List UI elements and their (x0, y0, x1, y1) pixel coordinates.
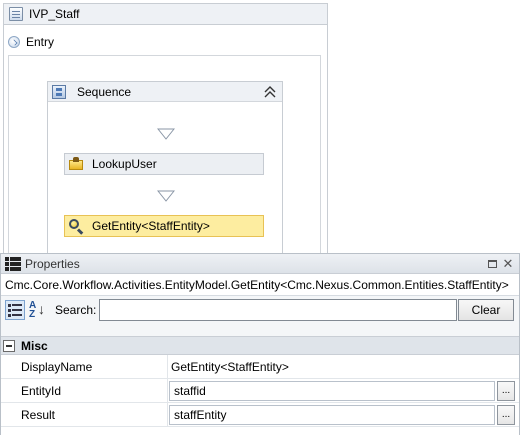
search-input[interactable] (99, 299, 457, 321)
property-grid-icon (5, 256, 21, 271)
sequence-icon (52, 84, 66, 99)
category-label: Misc (21, 338, 48, 353)
sequence-header[interactable]: Sequence (48, 82, 282, 102)
property-grid: Misc DisplayName GetEntity<StaffEntity> … (1, 336, 519, 435)
properties-title-bar[interactable]: Properties ✕ (1, 254, 519, 274)
property-value-cell[interactable]: GetEntity<StaffEntity> (168, 355, 519, 378)
restore-window-icon[interactable] (485, 257, 499, 271)
categorized-icon (8, 303, 22, 317)
properties-toolbar: A Z ↓ Search: Clear (1, 296, 519, 324)
magnifier-icon (68, 218, 84, 235)
entityid-ellipsis-button[interactable]: ... (497, 381, 515, 401)
selected-type-name: Cmc.Core.Workflow.Activities.EntityModel… (1, 274, 519, 296)
property-row-displayname[interactable]: DisplayName GetEntity<StaffEntity> (1, 355, 519, 379)
double-chevron-up-icon[interactable] (264, 85, 276, 99)
category-row-misc[interactable]: Misc (1, 336, 519, 355)
result-input[interactable] (169, 405, 495, 425)
drop-target-arrow[interactable] (157, 190, 175, 202)
categorized-view-button[interactable] (5, 300, 25, 320)
close-icon[interactable]: ✕ (501, 257, 515, 271)
workflow-designer: IVP_Staff Entry Sequence LookupUser GetE… (0, 0, 520, 263)
property-row-result[interactable]: Result ... (1, 403, 519, 427)
result-ellipsis-button[interactable]: ... (497, 405, 515, 425)
sort-az-icon: A Z ↓ (29, 300, 45, 320)
property-row-entityid[interactable]: EntityId ... (1, 379, 519, 403)
properties-title: Properties (25, 256, 80, 271)
property-value: GetEntity<StaffEntity> (171, 359, 289, 374)
workflow-title: IVP_Staff (29, 7, 80, 21)
collapse-minus-icon[interactable] (3, 339, 15, 352)
sequence-title: Sequence (77, 84, 132, 99)
entry-node[interactable]: Entry (8, 35, 54, 49)
activity-label: LookupUser (92, 157, 157, 171)
activity-getentity[interactable]: GetEntity<StaffEntity> (64, 215, 264, 237)
clear-button[interactable]: Clear (458, 299, 514, 321)
property-name: EntityId (1, 379, 168, 402)
activity-label: GetEntity<StaffEntity> (92, 219, 210, 233)
search-label: Search: (55, 303, 97, 317)
properties-panel: Properties ✕ Cmc.Core.Workflow.Activitie… (0, 253, 520, 435)
property-name: DisplayName (1, 355, 168, 378)
entry-label: Entry (26, 35, 55, 49)
property-value-cell[interactable]: ... (168, 379, 519, 402)
alphabetical-view-button[interactable]: A Z ↓ (27, 300, 47, 320)
lookup-user-icon (68, 157, 84, 171)
workflow-header[interactable]: IVP_Staff (4, 4, 327, 25)
activity-lookupuser[interactable]: LookupUser (64, 153, 264, 175)
entityid-input[interactable] (169, 381, 495, 401)
property-value-cell[interactable]: ... (168, 403, 519, 426)
property-name: Result (1, 403, 168, 426)
drop-target-arrow[interactable] (157, 128, 175, 140)
entry-icon (8, 36, 20, 48)
workflow-doc-icon (9, 7, 23, 21)
